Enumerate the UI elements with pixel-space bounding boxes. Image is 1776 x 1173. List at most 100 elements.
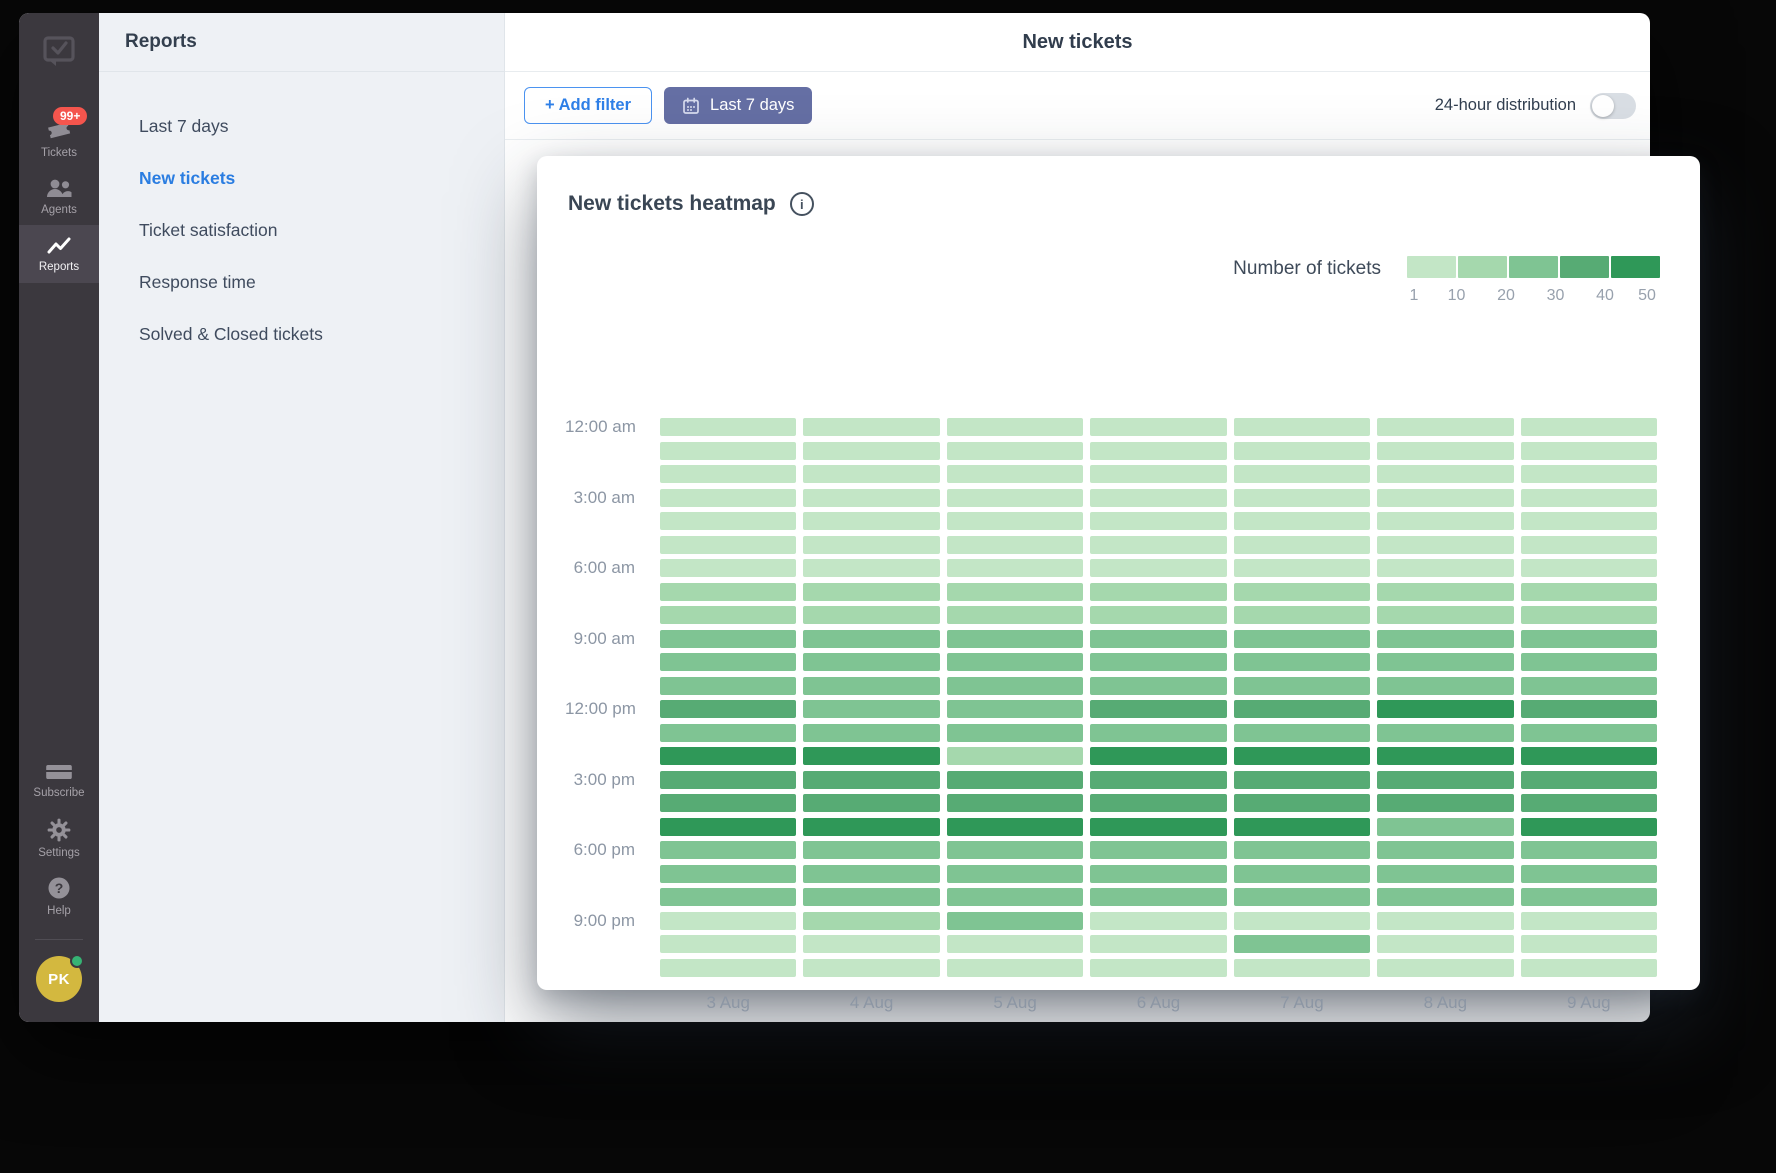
heatmap-cell[interactable] <box>1377 700 1513 718</box>
heatmap-cell[interactable] <box>1234 794 1370 812</box>
heatmap-cell[interactable] <box>803 700 939 718</box>
heatmap-cell[interactable] <box>660 771 796 789</box>
heatmap-cell[interactable] <box>1090 559 1226 577</box>
heatmap-cell[interactable] <box>1377 512 1513 530</box>
heatmap-cell[interactable] <box>947 465 1083 483</box>
heatmap-cell[interactable] <box>660 700 796 718</box>
heatmap-cell[interactable] <box>947 630 1083 648</box>
heatmap-cell[interactable] <box>660 794 796 812</box>
sidebar-item-subscribe[interactable]: Subscribe <box>19 751 99 809</box>
heatmap-cell[interactable] <box>947 959 1083 977</box>
heatmap-cell[interactable] <box>1234 888 1370 906</box>
heatmap-cell[interactable] <box>803 512 939 530</box>
heatmap-cell[interactable] <box>660 912 796 930</box>
heatmap-cell[interactable] <box>1377 653 1513 671</box>
heatmap-cell[interactable] <box>947 888 1083 906</box>
heatmap-cell[interactable] <box>1377 841 1513 859</box>
heatmap-cell[interactable] <box>1521 841 1657 859</box>
heatmap-cell[interactable] <box>1234 583 1370 601</box>
date-range-button[interactable]: Last 7 days <box>664 87 812 124</box>
heatmap-cell[interactable] <box>1377 935 1513 953</box>
heatmap-cell[interactable] <box>1521 465 1657 483</box>
heatmap-cell[interactable] <box>1377 747 1513 765</box>
heatmap-cell[interactable] <box>1234 536 1370 554</box>
heatmap-cell[interactable] <box>803 583 939 601</box>
heatmap-cell[interactable] <box>1521 653 1657 671</box>
reports-nav-item[interactable]: Ticket satisfaction <box>99 204 504 256</box>
heatmap-cell[interactable] <box>660 442 796 460</box>
heatmap-cell[interactable] <box>1234 465 1370 483</box>
heatmap-cell[interactable] <box>1090 865 1226 883</box>
heatmap-cell[interactable] <box>660 959 796 977</box>
heatmap-cell[interactable] <box>1521 630 1657 648</box>
heatmap-cell[interactable] <box>1521 724 1657 742</box>
heatmap-cell[interactable] <box>660 865 796 883</box>
heatmap-cell[interactable] <box>947 536 1083 554</box>
heatmap-cell[interactable] <box>660 536 796 554</box>
heatmap-cell[interactable] <box>803 841 939 859</box>
heatmap-cell[interactable] <box>947 559 1083 577</box>
heatmap-cell[interactable] <box>660 841 796 859</box>
heatmap-cell[interactable] <box>1090 935 1226 953</box>
heatmap-cell[interactable] <box>1090 677 1226 695</box>
heatmap-cell[interactable] <box>660 935 796 953</box>
heatmap-cell[interactable] <box>660 465 796 483</box>
heatmap-cell[interactable] <box>1377 465 1513 483</box>
heatmap-cell[interactable] <box>1090 700 1226 718</box>
heatmap-cell[interactable] <box>1234 677 1370 695</box>
heatmap-cell[interactable] <box>660 606 796 624</box>
heatmap-cell[interactable] <box>803 747 939 765</box>
heatmap-cell[interactable] <box>1234 935 1370 953</box>
heatmap-cell[interactable] <box>1090 418 1226 436</box>
heatmap-cell[interactable] <box>803 865 939 883</box>
heatmap-cell[interactable] <box>947 489 1083 507</box>
heatmap-cell[interactable] <box>1377 559 1513 577</box>
heatmap-cell[interactable] <box>1090 630 1226 648</box>
heatmap-cell[interactable] <box>947 865 1083 883</box>
heatmap-cell[interactable] <box>660 888 796 906</box>
heatmap-cell[interactable] <box>1090 841 1226 859</box>
heatmap-cell[interactable] <box>1521 888 1657 906</box>
heatmap-cell[interactable] <box>1377 536 1513 554</box>
heatmap-cell[interactable] <box>1377 677 1513 695</box>
heatmap-cell[interactable] <box>1521 512 1657 530</box>
heatmap-cell[interactable] <box>660 418 796 436</box>
heatmap-cell[interactable] <box>1521 912 1657 930</box>
heatmap-cell[interactable] <box>660 653 796 671</box>
heatmap-cell[interactable] <box>660 747 796 765</box>
heatmap-cell[interactable] <box>1521 959 1657 977</box>
heatmap-cell[interactable] <box>1234 747 1370 765</box>
heatmap-cell[interactable] <box>1377 630 1513 648</box>
heatmap-cell[interactable] <box>803 677 939 695</box>
heatmap-cell[interactable] <box>1377 794 1513 812</box>
heatmap-cell[interactable] <box>803 818 939 836</box>
heatmap-cell[interactable] <box>1521 794 1657 812</box>
reports-nav-item[interactable]: New tickets <box>99 152 504 204</box>
heatmap-cell[interactable] <box>1521 747 1657 765</box>
heatmap-cell[interactable] <box>1521 442 1657 460</box>
heatmap-cell[interactable] <box>1377 442 1513 460</box>
heatmap-cell[interactable] <box>1234 418 1370 436</box>
heatmap-cell[interactable] <box>1377 888 1513 906</box>
heatmap-cell[interactable] <box>803 724 939 742</box>
heatmap-cell[interactable] <box>803 888 939 906</box>
info-circle-icon[interactable]: i <box>790 192 814 216</box>
heatmap-cell[interactable] <box>1234 512 1370 530</box>
heatmap-cell[interactable] <box>1090 912 1226 930</box>
heatmap-cell[interactable] <box>660 677 796 695</box>
heatmap-cell[interactable] <box>803 935 939 953</box>
user-avatar[interactable]: PK <box>36 956 82 1002</box>
sidebar-item-agents[interactable]: Agents <box>19 167 99 225</box>
heatmap-cell[interactable] <box>1090 583 1226 601</box>
heatmap-cell[interactable] <box>803 465 939 483</box>
heatmap-cell[interactable] <box>1090 959 1226 977</box>
heatmap-cell[interactable] <box>947 724 1083 742</box>
heatmap-cell[interactable] <box>947 442 1083 460</box>
heatmap-cell[interactable] <box>1234 489 1370 507</box>
heatmap-cell[interactable] <box>1521 559 1657 577</box>
heatmap-cell[interactable] <box>803 771 939 789</box>
heatmap-cell[interactable] <box>1234 818 1370 836</box>
heatmap-cell[interactable] <box>947 794 1083 812</box>
heatmap-cell[interactable] <box>1090 512 1226 530</box>
heatmap-cell[interactable] <box>947 677 1083 695</box>
